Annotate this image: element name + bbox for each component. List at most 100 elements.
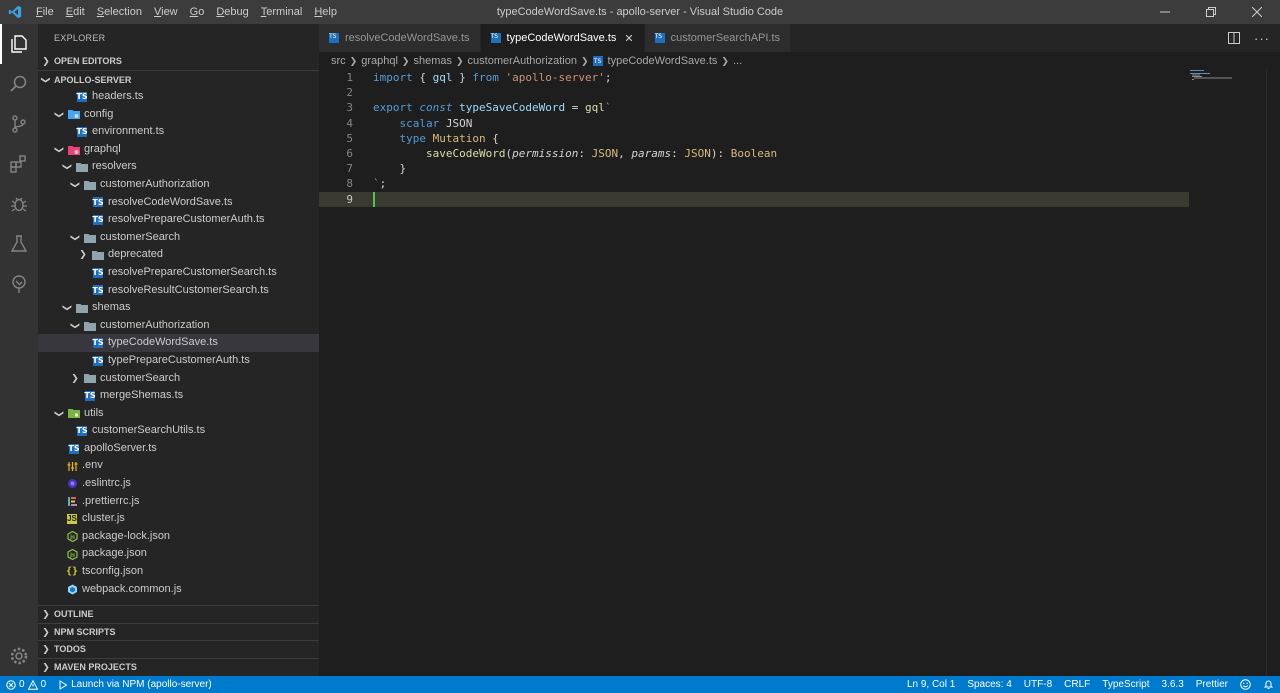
typescript-file-icon: TS: [92, 267, 104, 278]
testing-activity[interactable]: [0, 224, 38, 264]
feedback-button[interactable]: [1234, 679, 1257, 690]
menu-item-help[interactable]: Help: [308, 0, 343, 24]
problems-indicator[interactable]: 0 0: [0, 676, 52, 693]
section-outline[interactable]: ❯ OUTLINE: [38, 605, 319, 623]
extensions-activity[interactable]: [0, 144, 38, 184]
search-activity[interactable]: [0, 64, 38, 104]
indentation[interactable]: Spaces: 4: [961, 676, 1017, 693]
chevron-right-icon: ❯: [401, 55, 410, 66]
section-maven-projects[interactable]: ❯ MAVEN PROJECTS: [38, 657, 319, 676]
section-todos[interactable]: ❯ TODOS: [38, 640, 319, 658]
more-actions-icon[interactable]: ···: [1254, 31, 1270, 46]
tree-file[interactable]: webpack.common.js: [38, 581, 319, 599]
tree-file[interactable]: TS resolvePrepareCustomerAuth.ts: [38, 211, 319, 229]
tree-file[interactable]: {} tsconfig.json: [38, 563, 319, 581]
editor-scrollbar[interactable]: [1266, 70, 1280, 676]
tree-file[interactable]: js package.json: [38, 545, 319, 563]
tree-folder[interactable]: ❯ customerSearch: [38, 229, 319, 247]
launch-config[interactable]: Launch via NPM (apollo-server): [52, 676, 218, 693]
tree-file[interactable]: TS typePrepareCustomerAuth.ts: [38, 352, 319, 370]
typescript-version[interactable]: 3.6.3: [1156, 676, 1190, 693]
tree-folder[interactable]: ❯ deprecated: [38, 246, 319, 264]
vscode-logo-icon: [0, 0, 30, 24]
minimize-button[interactable]: [1142, 0, 1188, 24]
tree-folder[interactable]: ❯ customerAuthorization: [38, 317, 319, 335]
menu-item-go[interactable]: Go: [184, 0, 211, 24]
chevron-down-icon: ❯: [62, 163, 73, 171]
tree-file[interactable]: .prettierrc.js: [38, 493, 319, 511]
section-open-editors[interactable]: ❯ OPEN EDITORS: [38, 52, 319, 70]
tree-folder[interactable]: ❯ utils: [38, 405, 319, 423]
tree-file[interactable]: js package-lock.json: [38, 528, 319, 546]
tree-folder[interactable]: ❯ customerAuthorization: [38, 176, 319, 194]
breadcrumb-item[interactable]: customerAuthorization: [468, 55, 577, 67]
tree-folder[interactable]: ❯ shemas: [38, 299, 319, 317]
code-line: 8 `;: [319, 176, 1189, 191]
menu-item-selection[interactable]: Selection: [91, 0, 148, 24]
tree-file[interactable]: TS environment.ts: [38, 123, 319, 141]
tab-resolve-code-word-save[interactable]: TS resolveCodeWordSave.ts: [319, 24, 481, 52]
breadcrumb-item[interactable]: ...: [733, 55, 742, 67]
breadcrumb-item[interactable]: typeCodeWordSave.ts: [608, 55, 718, 67]
tree-label: config: [84, 107, 114, 120]
chevron-right-icon: ❯: [42, 644, 50, 655]
tree-label: cluster.js: [82, 512, 125, 525]
tree-file[interactable]: .env: [38, 457, 319, 475]
breadcrumb-item[interactable]: graphql: [361, 55, 398, 67]
tree-folder[interactable]: ❯ config: [38, 106, 319, 124]
tree-file[interactable]: TS headers.ts: [38, 88, 319, 106]
menu-item-file[interactable]: File: [30, 0, 60, 24]
tree-view-activity[interactable]: [0, 264, 38, 304]
encoding[interactable]: UTF-8: [1018, 676, 1058, 693]
cursor-position[interactable]: Ln 9, Col 1: [901, 676, 961, 693]
folder-icon: [84, 179, 96, 191]
menu-item-debug[interactable]: Debug: [210, 0, 254, 24]
explorer-activity[interactable]: [0, 24, 38, 64]
tree-file[interactable]: TS resolveCodeWordSave.ts: [38, 194, 319, 212]
split-editor-icon[interactable]: [1228, 32, 1240, 44]
breadcrumb-item[interactable]: shemas: [413, 55, 452, 67]
menu-item-terminal[interactable]: Terminal: [255, 0, 309, 24]
line-number: 6: [346, 147, 353, 160]
menu-item-edit[interactable]: Edit: [60, 0, 91, 24]
chevron-right-icon: ❯: [42, 662, 50, 673]
section-apollo-server[interactable]: ❯ APOLLO-SERVER: [38, 70, 319, 88]
tree-file[interactable]: TS resolveResultCustomerSearch.ts: [38, 282, 319, 300]
tab-type-code-word-save[interactable]: TS typeCodeWordSave.ts ✕: [480, 24, 645, 52]
language-mode[interactable]: TypeScript: [1096, 676, 1155, 693]
error-count: 0: [19, 679, 25, 690]
restore-button[interactable]: [1188, 0, 1234, 24]
chevron-right-icon: ❯: [42, 626, 50, 637]
code-line: 7 }: [319, 161, 1189, 176]
formatter[interactable]: Prettier: [1190, 676, 1234, 693]
debug-activity[interactable]: [0, 184, 38, 224]
tree-file[interactable]: TS customerSearchUtils.ts: [38, 422, 319, 440]
svg-text:js: js: [69, 535, 75, 541]
tree-file[interactable]: TS apolloServer.ts: [38, 440, 319, 458]
tree-file[interactable]: .eslintrc.js: [38, 475, 319, 493]
tree-folder[interactable]: ❯ resolvers: [38, 158, 319, 176]
close-window-button[interactable]: [1234, 0, 1280, 24]
source-control-activity[interactable]: [0, 104, 38, 144]
tree-file[interactable]: TS typeCodeWordSave.ts: [38, 334, 319, 352]
tree-folder[interactable]: ❯ graphql: [38, 141, 319, 159]
tab-customer-search-api[interactable]: TS customerSearchAPI.ts: [644, 24, 792, 52]
tree-file[interactable]: TS resolvePrepareCustomerSearch.ts: [38, 264, 319, 282]
breadcrumb-item[interactable]: src: [331, 55, 346, 67]
minimap[interactable]: [1190, 70, 1266, 100]
menu-item-view[interactable]: View: [148, 0, 184, 24]
gear-icon: [10, 647, 28, 665]
section-npm-scripts[interactable]: ❯ NPM SCRIPTS: [38, 622, 319, 641]
tree-label: .prettierrc.js: [82, 494, 140, 507]
tree-file[interactable]: JS cluster.js: [38, 510, 319, 528]
line-ending[interactable]: CRLF: [1058, 676, 1096, 693]
tree-file[interactable]: TS mergeShemas.ts: [38, 387, 319, 405]
notifications-button[interactable]: [1257, 679, 1280, 690]
close-tab-icon[interactable]: ✕: [624, 32, 633, 45]
chevron-down-icon: ❯: [70, 233, 81, 242]
tree-label: customerSearchUtils.ts: [92, 424, 206, 437]
code-editor[interactable]: 1 import { gql } from 'apollo-server'; 2 …: [319, 70, 1280, 676]
settings-activity[interactable]: [0, 636, 38, 676]
tree-folder[interactable]: ❯ customerSearch: [38, 370, 319, 388]
close-icon: [1252, 7, 1262, 17]
